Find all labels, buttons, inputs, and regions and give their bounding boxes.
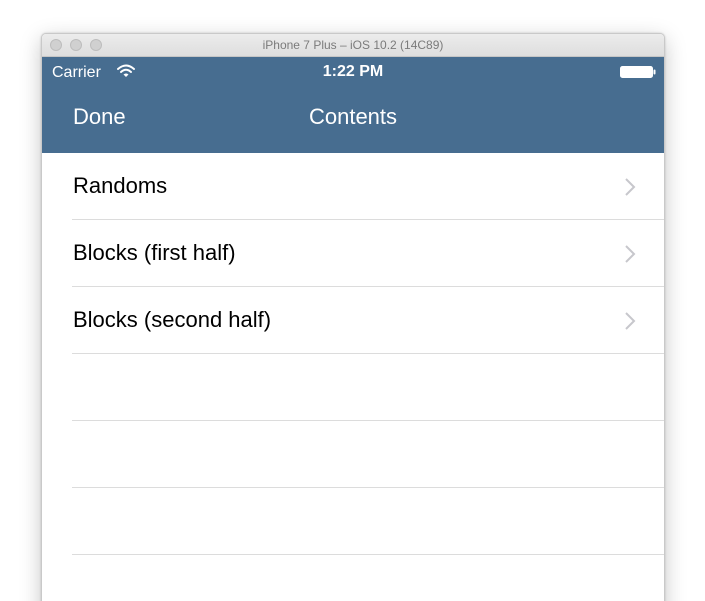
list-item-blocks-second-half[interactable]: Blocks (second half): [72, 287, 664, 354]
list-item-label: Blocks (second half): [73, 307, 272, 332]
navigation-header: Carrier 1:22 PM Done Contents: [42, 57, 664, 153]
status-bar: Carrier 1:22 PM: [42, 57, 664, 87]
empty-row: [72, 354, 664, 421]
nav-title: Contents: [308, 104, 398, 129]
chevron-right-icon: [625, 245, 636, 263]
nav-bar: Done Contents: [42, 87, 664, 153]
list-item-randoms[interactable]: Randoms: [72, 153, 664, 220]
list-item-label: Randoms: [73, 173, 168, 198]
window-titlebar: iPhone 7 Plus – iOS 10.2 (14C89): [42, 34, 664, 57]
empty-row: [72, 421, 664, 488]
list-item-label: Blocks (first half): [73, 240, 236, 265]
chevron-right-icon: [625, 178, 636, 196]
screen: iPhone 7 Plus – iOS 10.2 (14C89) Carrier…: [0, 0, 705, 601]
chevron-right-icon: [625, 312, 636, 330]
list-item-blocks-first-half[interactable]: Blocks (first half): [72, 220, 664, 287]
simulator-window: iPhone 7 Plus – iOS 10.2 (14C89) Carrier…: [41, 33, 665, 601]
battery-icon: [620, 66, 656, 78]
contents-list: Randoms Blocks (first half) Blocks (seco…: [42, 153, 664, 555]
status-time: 1:22 PM: [322, 63, 384, 80]
window-title: iPhone 7 Plus – iOS 10.2 (14C89): [262, 38, 444, 52]
empty-row: [72, 488, 664, 555]
